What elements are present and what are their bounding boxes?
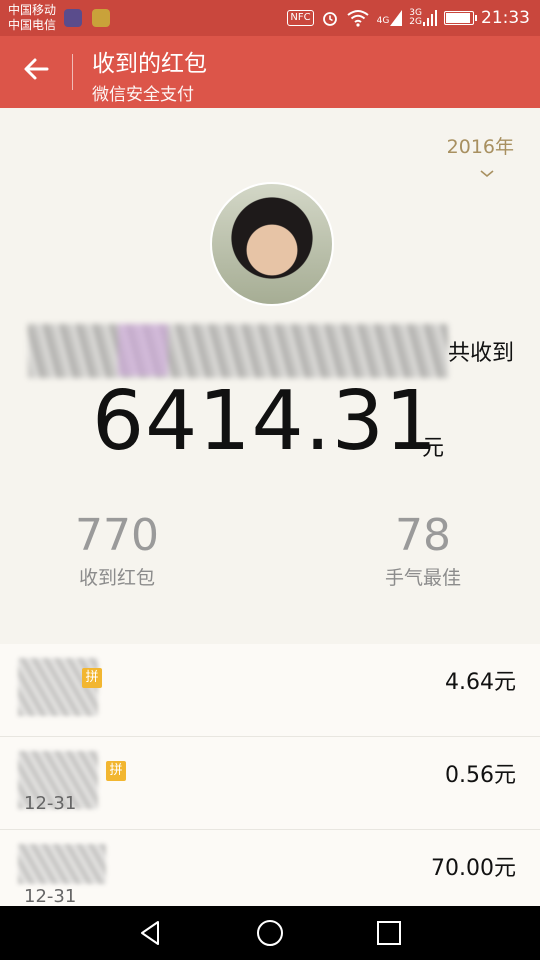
group-badge: 拼 [106,761,126,781]
header-divider [72,54,73,90]
item-amount: 0.56元 [445,763,516,788]
navigation-bar [0,906,540,960]
nav-recent-button[interactable] [374,918,404,948]
list-item[interactable]: 拼 4.64元 [0,644,540,737]
redacted-sender [18,844,106,884]
clock: 21:33 [481,8,530,28]
circle-home-icon [257,920,283,946]
stat-received-count: 770 收到红包 [62,510,172,590]
item-date: 12-31 [24,886,77,906]
nfc-icon: NFC [287,10,314,26]
photo-app-icon [92,9,110,27]
carrier-1: 中国移动 [8,3,57,17]
stat-label: 收到红包 [78,567,155,589]
item-amount: 4.64元 [445,670,516,695]
chevron-down-icon[interactable] [480,168,494,180]
received-label: 共收到 [448,341,515,366]
alarm-icon [322,12,337,26]
avatar [210,182,334,306]
list-item[interactable]: 拼 0.56元 12-31 [0,737,540,830]
list-item[interactable]: 70.00元 12-31 [0,830,540,906]
map-app-icon [64,9,82,27]
app-header: 收到的红包 微信安全支付 [0,36,540,108]
back-button[interactable] [18,54,54,90]
status-bar: 中国移动 中国电信 NFC 4G 3G 2G 21:33 [0,0,540,36]
item-date: 12-31 [24,793,77,814]
nav-back-button[interactable] [136,918,166,948]
item-amount: 70.00元 [431,856,516,881]
battery-icon [444,11,477,25]
stat-best-luck: 78 手气最佳 [370,510,476,590]
signal-1-icon: 4G [377,10,403,26]
stat-label: 手气最佳 [384,567,461,589]
total-unit: 元 [422,436,445,461]
red-packet-list: 拼 4.64元 拼 0.56元 12-31 70.00元 12-31 [0,644,540,906]
status-indicators: NFC 4G 3G 2G 21:33 [287,7,530,29]
year-selector[interactable]: 2016年 [447,132,514,159]
stat-value: 770 [75,510,159,561]
page-subtitle: 微信安全支付 [92,85,194,105]
group-badge: 拼 [82,668,102,688]
arrow-left-icon [24,58,49,80]
page-title: 收到的红包 [92,51,207,77]
nav-home-button[interactable] [255,918,285,948]
carrier-info: 中国移动 中国电信 [8,3,56,33]
triangle-back-icon [141,921,159,945]
signal-2-icon: 3G 2G [409,9,437,27]
carrier-2: 中国电信 [8,18,57,32]
total-amount: 6414.31 [92,374,439,469]
wifi-icon [346,10,369,27]
square-recent-icon [377,921,401,945]
stat-value: 78 [395,510,451,561]
redacted-name [28,324,448,378]
